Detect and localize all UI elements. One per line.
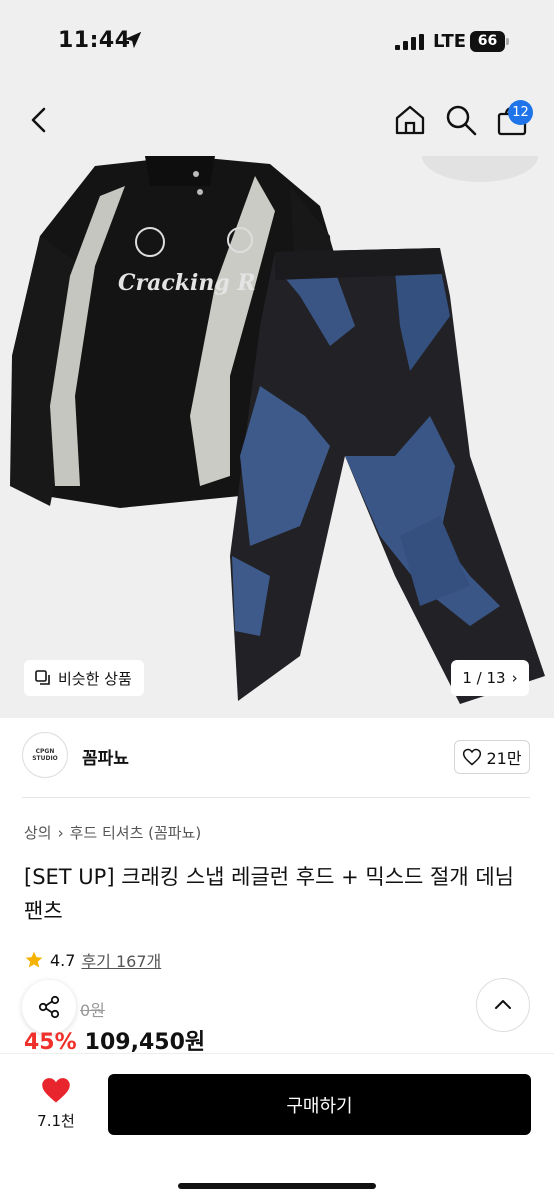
breadcrumb-item[interactable]: 상의 bbox=[24, 822, 52, 843]
cart-count-badge: 12 bbox=[508, 100, 533, 125]
home-icon[interactable] bbox=[392, 102, 428, 138]
signal-icon bbox=[395, 34, 424, 50]
wishlist-count: 7.1천 bbox=[37, 1112, 75, 1130]
brand-logo-text: CPGN STUDIO bbox=[32, 748, 58, 762]
original-price: 0원 bbox=[80, 1001, 105, 1020]
product-photo: Cracking R bbox=[10, 156, 545, 704]
buy-button[interactable]: 구매하기 bbox=[108, 1074, 531, 1135]
network-label: LTE bbox=[433, 31, 467, 52]
wishlist-button[interactable]: 7.1천 bbox=[30, 1076, 82, 1131]
brand-row: CPGN STUDIO 꼼파뇨 21만 bbox=[0, 732, 554, 788]
battery-icon: 66 bbox=[470, 31, 510, 52]
buy-button-label: 구매하기 bbox=[286, 1095, 353, 1117]
battery-level: 66 bbox=[470, 31, 505, 52]
brand-logo[interactable]: CPGN STUDIO bbox=[22, 732, 68, 778]
location-arrow-icon bbox=[124, 31, 142, 49]
chevron-up-icon bbox=[495, 1000, 511, 1009]
heart-filled-icon bbox=[42, 1078, 70, 1103]
product-title: [SET UP] 크래킹 스냅 레글런 후드 + 믹스드 절개 데님 팬츠 bbox=[24, 865, 514, 923]
top-nav bbox=[0, 84, 554, 156]
page-indicator-text: 1 / 13 bbox=[462, 669, 506, 687]
sale-price: 109,450원 bbox=[84, 1030, 206, 1055]
discount-rate: 45% bbox=[24, 1030, 77, 1055]
similar-products-label: 비슷한 상품 bbox=[58, 669, 132, 688]
brand-like-count: 21만 bbox=[486, 749, 522, 768]
chevron-right-icon: › bbox=[511, 669, 518, 687]
breadcrumb: 상의 › 후드 티셔츠 (꼼파뇨) bbox=[24, 822, 201, 843]
review-count-link[interactable]: 후기 167개 bbox=[81, 948, 161, 972]
divider bbox=[22, 797, 530, 798]
breadcrumb-item[interactable]: 후드 티셔츠 (꼼파뇨) bbox=[70, 822, 202, 843]
back-arrow-icon[interactable] bbox=[22, 102, 58, 138]
sweatshirt-print: Cracking R bbox=[118, 270, 256, 296]
home-indicator bbox=[178, 1183, 376, 1189]
product-image[interactable]: Cracking R bbox=[0, 156, 554, 718]
rating-row: 4.7 후기 167개 bbox=[24, 948, 161, 972]
star-icon bbox=[25, 951, 43, 968]
heart-outline-icon bbox=[463, 748, 482, 766]
scroll-to-top-button[interactable] bbox=[476, 978, 530, 1032]
price-row: 45% 109,450원 bbox=[24, 1024, 205, 1056]
share-icon bbox=[38, 995, 60, 1019]
chevron-right-icon: › bbox=[57, 823, 64, 842]
similar-products-button[interactable]: 비슷한 상품 bbox=[24, 660, 144, 696]
brand-name[interactable]: 꼼파뇨 bbox=[82, 744, 129, 769]
search-icon[interactable] bbox=[443, 102, 479, 138]
copy-icon bbox=[35, 670, 50, 685]
status-time: 11:44 bbox=[58, 28, 131, 53]
image-page-indicator[interactable]: 1 / 13 › bbox=[451, 660, 529, 696]
bottom-action-bar: 7.1천 구매하기 bbox=[0, 1054, 554, 1200]
rating-value: 4.7 bbox=[50, 950, 76, 970]
brand-like-button[interactable]: 21만 bbox=[454, 740, 530, 774]
status-bar: 11:44 LTE 66 bbox=[0, 0, 554, 84]
